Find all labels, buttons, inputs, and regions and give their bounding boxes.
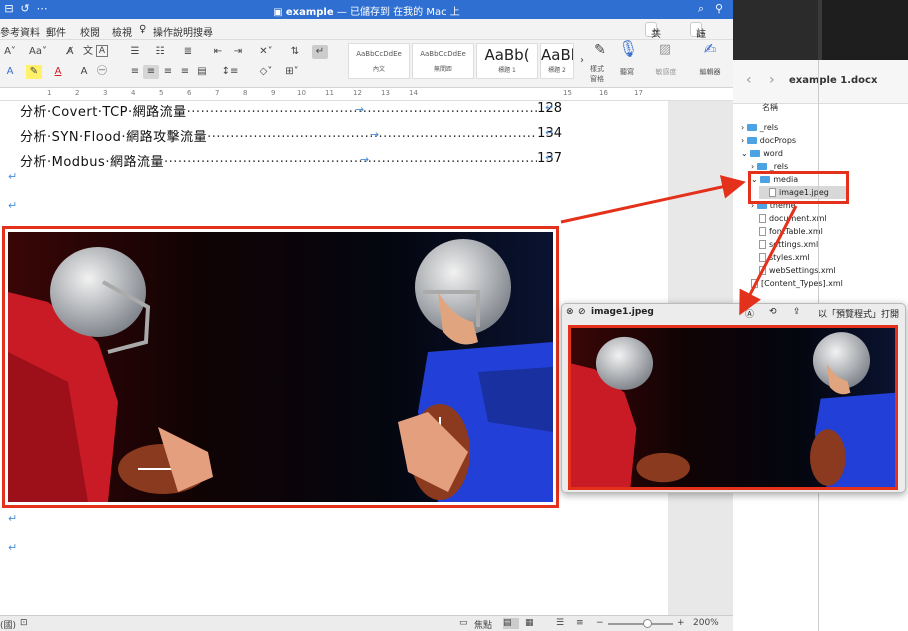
- arrow-to-media: [560, 175, 746, 224]
- arrow-to-preview: [739, 205, 798, 316]
- annotation-arrows: [560, 175, 798, 316]
